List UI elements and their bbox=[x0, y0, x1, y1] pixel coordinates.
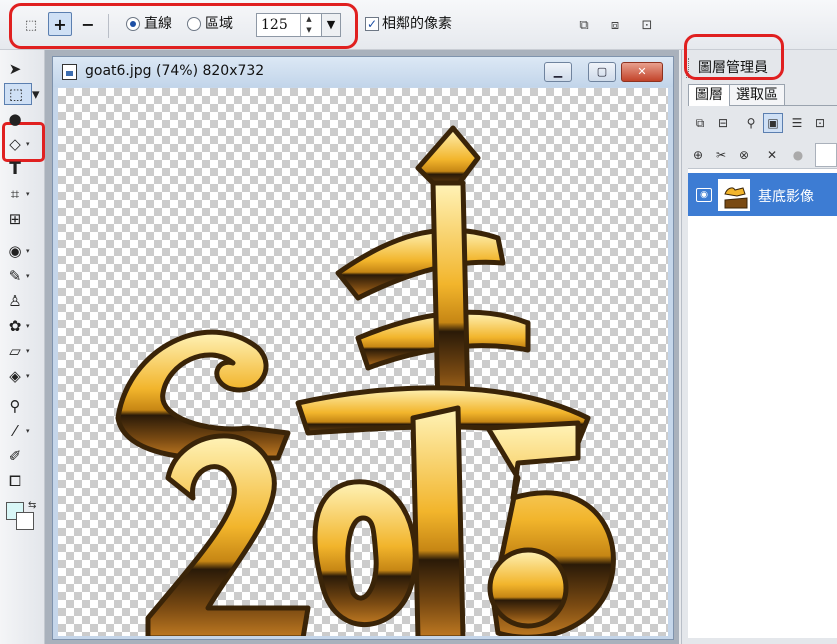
magic-wand-tool-menu[interactable]: ▾ bbox=[32, 83, 40, 105]
pencil-icon: ✐ bbox=[8, 447, 22, 465]
text-icon: T bbox=[9, 159, 21, 179]
document-title: goat6.jpg (74%) 820x732 bbox=[85, 63, 265, 79]
layer-view-icon[interactable]: ▣ bbox=[763, 113, 783, 133]
layer-row-base[interactable]: ◉ 基底影像 bbox=[688, 173, 837, 216]
selection-option-1-icon[interactable]: ⧉ bbox=[574, 15, 594, 35]
restore-button[interactable]: ▢ bbox=[588, 62, 616, 82]
redeye-tool[interactable]: ◉ ▾ bbox=[4, 240, 40, 262]
eye-visibility-icon[interactable]: ◉ bbox=[696, 188, 712, 202]
swap-colors-icon[interactable]: ⇆ bbox=[28, 500, 36, 511]
zoom-preview-icon[interactable]: ⚲ bbox=[741, 113, 761, 133]
transform-icon: ⧠ bbox=[8, 472, 21, 490]
sphere-icon: ● bbox=[8, 110, 22, 128]
mask-edit-icon[interactable]: ✂ bbox=[711, 145, 731, 165]
document-window: goat6.jpg (74%) 820x732 ▁ ▢ ✕ bbox=[52, 56, 674, 640]
thumbnail-artwork bbox=[719, 180, 749, 210]
stamp-icon: ♙ bbox=[8, 292, 22, 310]
layer-list-icon[interactable]: ☰ bbox=[787, 113, 807, 133]
fill-icon: ◈ bbox=[9, 367, 21, 385]
tab-layers[interactable]: 圖層 bbox=[688, 84, 730, 106]
layer-properties-icon[interactable]: ⊡ bbox=[810, 113, 830, 133]
retouch-icon: ✿ bbox=[8, 317, 22, 335]
magic-wand-select-icon: ⬚ bbox=[8, 85, 24, 103]
magic-wand-tool[interactable]: ⬚ bbox=[4, 83, 32, 105]
brush-tool[interactable]: ✎ ▾ bbox=[4, 265, 40, 287]
document-icon bbox=[62, 64, 77, 80]
eyedropper-icon: ⁄ bbox=[13, 422, 17, 440]
transform-tool[interactable]: ⧠ bbox=[4, 470, 40, 492]
mask-view-icon[interactable]: ⊗ bbox=[734, 145, 754, 165]
arrow-pointer-icon: ➤ bbox=[8, 60, 22, 78]
eye-redeye-icon: ◉ bbox=[8, 242, 22, 260]
minimize-button[interactable]: ▁ bbox=[544, 62, 572, 82]
selection-option-2-icon[interactable]: ⧈ bbox=[605, 15, 625, 35]
fill-tool[interactable]: ◈ ▾ bbox=[4, 365, 40, 387]
adjacent-pixels-label: 相鄰的像素 bbox=[382, 16, 452, 32]
lock-icon[interactable]: ● bbox=[788, 145, 808, 165]
tab-selection[interactable]: 選取區 bbox=[729, 84, 785, 106]
adjacent-pixels-checkbox[interactable]: ✓ bbox=[365, 17, 379, 31]
highlight-annotation-toolbar bbox=[9, 3, 358, 49]
eraser-icon: ▱ bbox=[9, 342, 21, 360]
document-titlebar[interactable]: goat6.jpg (74%) 820x732 ▁ ▢ ✕ bbox=[53, 57, 673, 87]
image-canvas[interactable] bbox=[58, 88, 668, 636]
crop-icon: ⌗ bbox=[10, 185, 20, 203]
eyedropper-tool[interactable]: ⁄ ▾ bbox=[4, 420, 40, 442]
copy-layer-icon[interactable]: ⧉ bbox=[690, 113, 710, 133]
crop-tool[interactable]: ⌗ ▾ bbox=[4, 183, 40, 205]
straighten-tool[interactable]: ⊞ bbox=[4, 208, 40, 230]
text-tool[interactable]: T bbox=[4, 158, 40, 180]
mask-icon[interactable]: ⊕ bbox=[688, 145, 708, 165]
photoimpact-app: ⬚ + − 直線 區域 125 ▲ ▼ ▼ ✓ 相鄰的像素 ⧉ ⧈ ⊡ ➤ ⬚ ▾… bbox=[0, 0, 837, 644]
selection-option-3-icon[interactable]: ⊡ bbox=[637, 15, 657, 35]
opacity-field[interactable] bbox=[815, 143, 837, 167]
delete-layer-icon[interactable]: ✕ bbox=[762, 145, 782, 165]
retouch-tool[interactable]: ✿ ▾ bbox=[4, 315, 40, 337]
object-tool[interactable]: ● bbox=[4, 108, 40, 130]
layer-list: ◉ 基底影像 bbox=[688, 168, 837, 638]
shape-tool[interactable]: ◇ ▾ bbox=[4, 133, 40, 155]
straighten-icon: ⊞ bbox=[8, 210, 22, 228]
shape-icon: ◇ bbox=[9, 135, 21, 153]
eraser-tool[interactable]: ▱ ▾ bbox=[4, 340, 40, 362]
merge-layer-icon[interactable]: ⊟ bbox=[713, 113, 733, 133]
pick-tool[interactable]: ➤ bbox=[4, 58, 40, 80]
stamp-tool[interactable]: ♙ bbox=[4, 290, 40, 312]
layer-name: 基底影像 bbox=[758, 189, 814, 205]
brush-icon: ✎ bbox=[8, 267, 22, 285]
zoom-icon: ⚲ bbox=[9, 397, 21, 415]
pencil-tool[interactable]: ✐ bbox=[4, 445, 40, 467]
tool-panel: ➤ ⬚ ▾ ● ◇ ▾ T ⌗ ▾ ⊞ ◉ ▾ ✎ ▾ ♙ ✿ ▾ ▱ ▾ ◈ ▾ ⚲ ⁄ ▾ … bbox=[0, 50, 45, 644]
zoom-tool[interactable]: ⚲ bbox=[4, 395, 40, 417]
close-button[interactable]: ✕ bbox=[621, 62, 663, 82]
layer-thumbnail bbox=[718, 179, 750, 211]
background-color-swatch[interactable] bbox=[16, 512, 34, 530]
goat-2015-artwork bbox=[115, 125, 616, 636]
highlight-annotation-panel bbox=[684, 34, 784, 80]
